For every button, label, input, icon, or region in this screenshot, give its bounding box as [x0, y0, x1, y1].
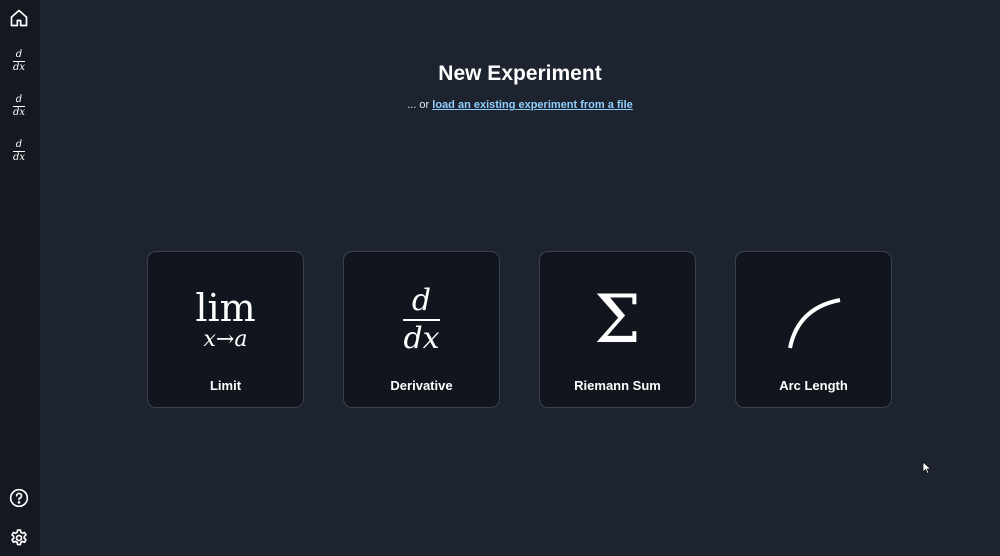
- sidebar-item-derivative-3[interactable]: d dx: [4, 136, 34, 166]
- derivative-icon: d dx: [12, 93, 26, 118]
- derivative-icon: d dx: [12, 48, 26, 73]
- derivative-card[interactable]: d dx Derivative: [343, 251, 500, 408]
- derivative-icon: d dx: [12, 138, 26, 163]
- arc-icon: [736, 282, 891, 357]
- home-icon: [10, 9, 28, 27]
- mouse-cursor-icon: [922, 461, 932, 475]
- help-button[interactable]: [4, 483, 34, 513]
- help-icon: [9, 488, 29, 508]
- sidebar: d dx d dx d dx: [0, 0, 40, 556]
- card-label: Arc Length: [779, 378, 848, 393]
- load-experiment-link[interactable]: load an existing experiment from a file: [432, 99, 633, 111]
- sidebar-item-derivative-1[interactable]: d dx: [4, 46, 34, 76]
- card-label: Riemann Sum: [574, 378, 661, 393]
- sigma-icon: Σ: [594, 280, 641, 358]
- gear-icon: [11, 529, 27, 546]
- riemann-sum-card[interactable]: Σ Riemann Sum: [539, 251, 696, 408]
- home-button[interactable]: [4, 3, 34, 33]
- limit-card[interactable]: lim x→a Limit: [147, 251, 304, 408]
- sidebar-item-derivative-2[interactable]: d dx: [4, 91, 34, 121]
- limit-icon: lim x→a: [195, 285, 256, 352]
- page-title: New Experiment: [438, 62, 602, 85]
- subtitle-prefix: ... or: [407, 99, 430, 111]
- derivative-icon: d dx: [403, 282, 440, 356]
- arc-length-card[interactable]: Arc Length: [735, 251, 892, 408]
- card-label: Limit: [209, 378, 242, 393]
- page-subtitle: ... or load an existing experiment from …: [40, 99, 1000, 111]
- card-label: Derivative: [390, 378, 453, 393]
- settings-button[interactable]: [4, 523, 34, 553]
